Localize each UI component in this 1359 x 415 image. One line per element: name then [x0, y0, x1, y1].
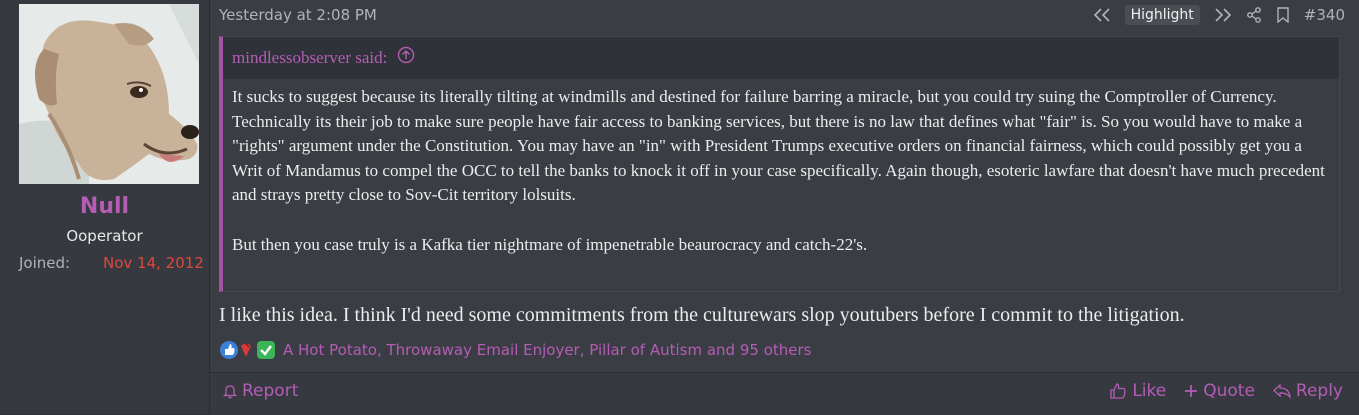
- quote-body: It sucks to suggest because its literall…: [223, 79, 1339, 291]
- reactions-bar[interactable]: A Hot Potato, Throwaway Email Enjoyer, P…: [219, 340, 811, 360]
- post-number[interactable]: #340: [1304, 6, 1345, 24]
- share-icon[interactable]: [1246, 7, 1262, 23]
- quote-button[interactable]: Quote: [1184, 381, 1255, 401]
- post-body: I like this idea. I think I'd need some …: [219, 304, 1185, 326]
- highlight-button[interactable]: Highlight: [1124, 5, 1200, 25]
- quote-paragraph: But then you case truly is a Kafka tier …: [232, 234, 868, 254]
- reactions-list[interactable]: A Hot Potato, Throwaway Email Enjoyer, P…: [283, 341, 811, 359]
- quote-header[interactable]: mindlessobserver said:: [223, 37, 1339, 79]
- joined-date: Nov 14, 2012: [103, 254, 204, 272]
- user-pane: Null Ooperator Joined: Nov 14, 2012: [0, 0, 210, 414]
- prev-highlight-icon[interactable]: [1093, 8, 1111, 22]
- footer-actions: Like Quote Reply: [1109, 381, 1343, 401]
- reaction-icons: [219, 340, 277, 360]
- quote-paragraph: It sucks to suggest because its literall…: [232, 87, 1325, 205]
- post-actions: Highlight #340: [1093, 3, 1345, 27]
- quote-author[interactable]: mindlessobserver said:: [232, 48, 387, 67]
- post-main: Yesterday at 2:08 PM Highlight #340 mind…: [210, 0, 1359, 415]
- reply-label: Reply: [1295, 381, 1343, 401]
- joined-label: Joined:: [19, 254, 71, 272]
- report-button[interactable]: Report: [222, 381, 298, 401]
- username[interactable]: Null: [0, 194, 209, 219]
- next-highlight-icon[interactable]: [1214, 8, 1232, 22]
- avatar[interactable]: [19, 4, 199, 184]
- quote-block: mindlessobserver said: It sucks to sugge…: [219, 36, 1340, 292]
- like-label: Like: [1132, 381, 1167, 401]
- reaction-emoji-icon: [220, 341, 275, 359]
- like-button[interactable]: Like: [1109, 381, 1166, 401]
- dog-avatar-icon: [19, 4, 199, 184]
- plus-icon: [1185, 385, 1198, 397]
- reply-button[interactable]: Reply: [1272, 381, 1343, 401]
- forum-post: Null Ooperator Joined: Nov 14, 2012 Yest…: [0, 0, 1359, 415]
- post-footer: Report Like Quote Reply: [210, 372, 1359, 415]
- report-label: Report: [242, 381, 299, 401]
- quote-label: Quote: [1203, 381, 1255, 401]
- reply-arrow-icon: [1272, 383, 1291, 399]
- user-title: Ooperator: [66, 227, 143, 245]
- post-date[interactable]: Yesterday at 2:08 PM: [219, 6, 377, 24]
- bookmark-icon[interactable]: [1276, 7, 1290, 23]
- thumbs-up-icon: [1110, 383, 1126, 399]
- jump-to-quote-icon[interactable]: [397, 38, 415, 80]
- bell-icon: [222, 385, 238, 399]
